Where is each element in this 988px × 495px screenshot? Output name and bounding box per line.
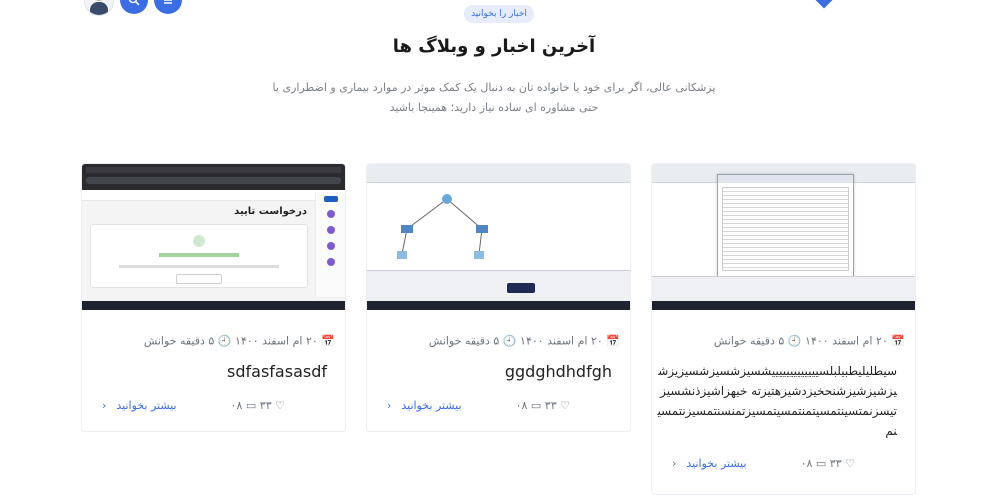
search-button[interactable] (120, 0, 148, 14)
chevron-left-icon: ‹ (102, 399, 107, 412)
chevron-left-icon: ‹ (387, 399, 392, 412)
blog-card-meta: 📅 ۲۰ ام اسفند ۱۴۰۰ 🕘 ۵ دقیقه خوانش (714, 334, 905, 348)
read-more-link[interactable]: بیشتر بخوانید‹ (672, 457, 747, 470)
calendar-icon: 📅 (321, 334, 335, 348)
blog-card-date: ۲۰ ام اسفند ۱۴۰۰ (805, 334, 888, 348)
read-more-link[interactable]: بیشتر بخوانید‹ (387, 399, 462, 412)
blog-card-read-time: ۵ دقیقه خوانش (713, 334, 785, 348)
top-icons (84, 0, 182, 16)
blog-card-image[interactable] (367, 164, 630, 310)
blog-card-image[interactable] (652, 164, 915, 310)
blog-card-image[interactable]: درخواست تایید (82, 164, 345, 310)
blog-card-stats: ۰۸ ▭ ۳۳ ♡ (231, 399, 285, 412)
comment-icon: ▭ (245, 399, 257, 412)
network-diagram (397, 194, 488, 259)
blog-card-meta: 📅 ۲۰ ام اسفند ۱۴۰۰ 🕘 ۵ دقیقه خوانش (144, 334, 335, 348)
menu-button[interactable] (154, 0, 182, 14)
chevron-left-icon: ‹ (672, 457, 677, 470)
heart-icon: ♡ (845, 457, 855, 470)
decorative-diamond (815, 0, 833, 9)
comment-count: ۰۸ (230, 399, 243, 412)
comment-icon: ▭ (530, 399, 542, 412)
calendar-icon: 📅 (606, 334, 620, 348)
blog-card[interactable]: 📅 ۲۰ ام اسفند ۱۴۰۰ 🕘 ۵ دقیقه خوانش سیطلی… (651, 163, 916, 495)
blog-card-read-time: ۵ دقیقه خوانش (428, 334, 500, 348)
section-description: پزشکانی عالی، اگر برای خود یا خانواده تا… (272, 81, 716, 114)
heart-icon: ♡ (275, 399, 285, 412)
section-pill[interactable]: اخبار را بخوانید (464, 5, 534, 23)
like-count: ۳۳ (259, 399, 272, 412)
avatar[interactable] (84, 0, 114, 16)
clock-icon: 🕘 (217, 334, 232, 348)
thumb-heading: درخواست تایید (234, 206, 307, 217)
blog-card-date: ۲۰ ام اسفند ۱۴۰۰ (520, 334, 603, 348)
read-more-link[interactable]: بیشتر بخوانید‹ (102, 399, 177, 412)
blog-card-title[interactable]: سیطلیلیطبیلبلسیییییییییییییشسیزشسیزشسیزی… (657, 361, 897, 441)
blog-card-date: ۲۰ ام اسفند ۱۴۰۰ (235, 334, 318, 348)
menu-icon (164, 0, 172, 4)
blog-card[interactable]: 📅 ۲۰ ام اسفند ۱۴۰۰ 🕘 ۵ دقیقه خوانش ggdgh… (366, 163, 631, 432)
clock-icon: 🕘 (502, 334, 517, 348)
comment-icon: ▭ (815, 457, 827, 470)
section-title: آخرین اخبار و وبلاگ ها (392, 36, 596, 57)
like-count: ۳۳ (829, 457, 842, 470)
clock-icon: 🕘 (787, 334, 802, 348)
search-icon (128, 0, 140, 6)
comment-count: ۰۸ (515, 399, 528, 412)
blog-card-stats: ۰۸ ▭ ۳۳ ♡ (516, 399, 570, 412)
blog-card-title[interactable]: sdfasfasasdf (227, 362, 327, 381)
blog-card[interactable]: درخواست تایید 📅 ۲۰ ام اسفند ۱۴۰۰ 🕘 ۵ دقی… (81, 163, 346, 432)
like-count: ۳۳ (544, 399, 557, 412)
blog-card-meta: 📅 ۲۰ ام اسفند ۱۴۰۰ 🕘 ۵ دقیقه خوانش (429, 334, 620, 348)
blog-card-title[interactable]: ggdghdhdfgh (505, 362, 612, 381)
calendar-icon: 📅 (891, 334, 905, 348)
comment-count: ۰۸ (800, 457, 813, 470)
blog-card-stats: ۰۸ ▭ ۳۳ ♡ (801, 457, 855, 470)
blog-card-read-time: ۵ دقیقه خوانش (143, 334, 215, 348)
heart-icon: ♡ (560, 399, 570, 412)
